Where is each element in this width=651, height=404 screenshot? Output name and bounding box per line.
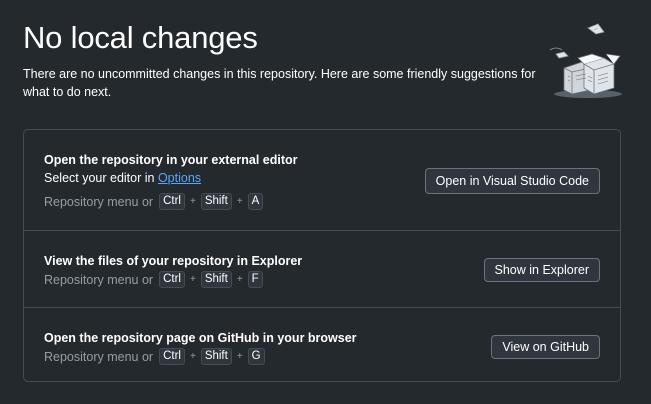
suggestion-show-explorer: View the files of your repository in Exp… [24, 230, 620, 307]
key-shift: Shift [200, 193, 232, 210]
page-title: No local changes [23, 20, 258, 55]
plus-separator: + [189, 274, 196, 285]
plus-separator: + [236, 274, 243, 285]
key-ctrl: Ctrl [159, 271, 185, 288]
keyboard-shortcut: Repository menu or Ctrl + Shift + F [44, 271, 264, 288]
key-shift: Shift [200, 348, 232, 365]
suggestion-description: Select your editor in Options [44, 171, 201, 185]
options-link[interactable]: Options [158, 171, 201, 185]
shortcut-prefix: Repository menu or [44, 272, 154, 287]
key-ctrl: Ctrl [159, 348, 185, 365]
plus-separator: + [236, 196, 243, 207]
shortcut-prefix: Repository menu or [44, 349, 154, 364]
suggestions-card: Open the repository in your external edi… [23, 129, 621, 382]
plus-separator: + [236, 351, 243, 362]
suggestion-title: Open the repository page on GitHub in yo… [44, 331, 357, 345]
suggestion-title: View the files of your repository in Exp… [44, 254, 303, 268]
key-ctrl: Ctrl [159, 193, 185, 210]
show-in-explorer-button[interactable]: Show in Explorer [483, 258, 600, 282]
plus-separator: + [189, 351, 196, 362]
keyboard-shortcut: Repository menu or Ctrl + Shift + G [44, 348, 266, 365]
view-on-github-button[interactable]: View on GitHub [491, 335, 600, 359]
shortcut-prefix: Repository menu or [44, 194, 154, 209]
suggestion-view-github: Open the repository page on GitHub in yo… [24, 307, 620, 383]
page-subtitle: There are no uncommitted changes in this… [23, 67, 536, 99]
key-g: G [247, 348, 265, 365]
open-in-vscode-button[interactable]: Open in Visual Studio Code [424, 168, 600, 194]
suggestion-title: Open the repository in your external edi… [44, 153, 298, 167]
key-f: F [247, 271, 263, 288]
suggestion-open-editor: Open the repository in your external edi… [24, 130, 620, 230]
keyboard-shortcut: Repository menu or Ctrl + Shift + A [44, 193, 264, 210]
description-text: Select your editor in [44, 171, 158, 185]
key-a: A [247, 193, 264, 210]
empty-repo-illustration-icon [549, 23, 622, 98]
key-shift: Shift [200, 271, 232, 288]
plus-separator: + [189, 196, 196, 207]
